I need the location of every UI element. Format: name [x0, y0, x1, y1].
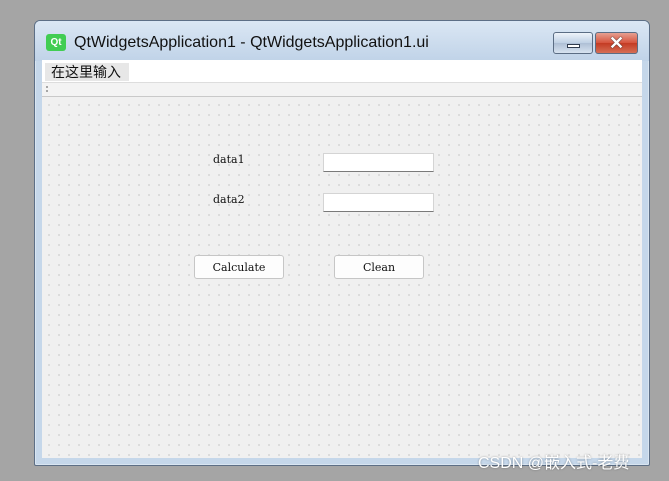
- qt-logo-icon: Qt: [46, 34, 66, 51]
- clean-button[interactable]: Clean: [334, 255, 424, 279]
- toolbar-grip-icon[interactable]: [46, 85, 48, 93]
- tool-bar: [42, 82, 642, 97]
- data2-label: data2: [213, 193, 245, 206]
- calculate-button[interactable]: Calculate: [194, 255, 284, 279]
- data1-label: data1: [213, 153, 245, 166]
- window-title: QtWidgetsApplication1 - QtWidgetsApplica…: [74, 34, 429, 51]
- menu-bar: 在这里输入: [42, 60, 642, 82]
- form-design-canvas[interactable]: data1 data2 Calculate Clean: [42, 98, 642, 458]
- data1-input[interactable]: [323, 153, 434, 172]
- close-button[interactable]: ✕: [595, 32, 638, 54]
- minimize-button[interactable]: [553, 32, 593, 54]
- main-window: Qt QtWidgetsApplication1 - QtWidgetsAppl…: [34, 20, 650, 466]
- close-icon: ✕: [608, 33, 625, 53]
- window-title-bar[interactable]: Qt QtWidgetsApplication1 - QtWidgetsAppl…: [35, 21, 649, 61]
- csdn-watermark: CSDN @嵌入式-老费: [478, 455, 630, 472]
- data2-input[interactable]: [323, 193, 434, 212]
- window-client-area: 在这里输入 data1 data2 Calculate Clean: [42, 60, 642, 458]
- menu-type-here-item[interactable]: 在这里输入: [45, 63, 129, 81]
